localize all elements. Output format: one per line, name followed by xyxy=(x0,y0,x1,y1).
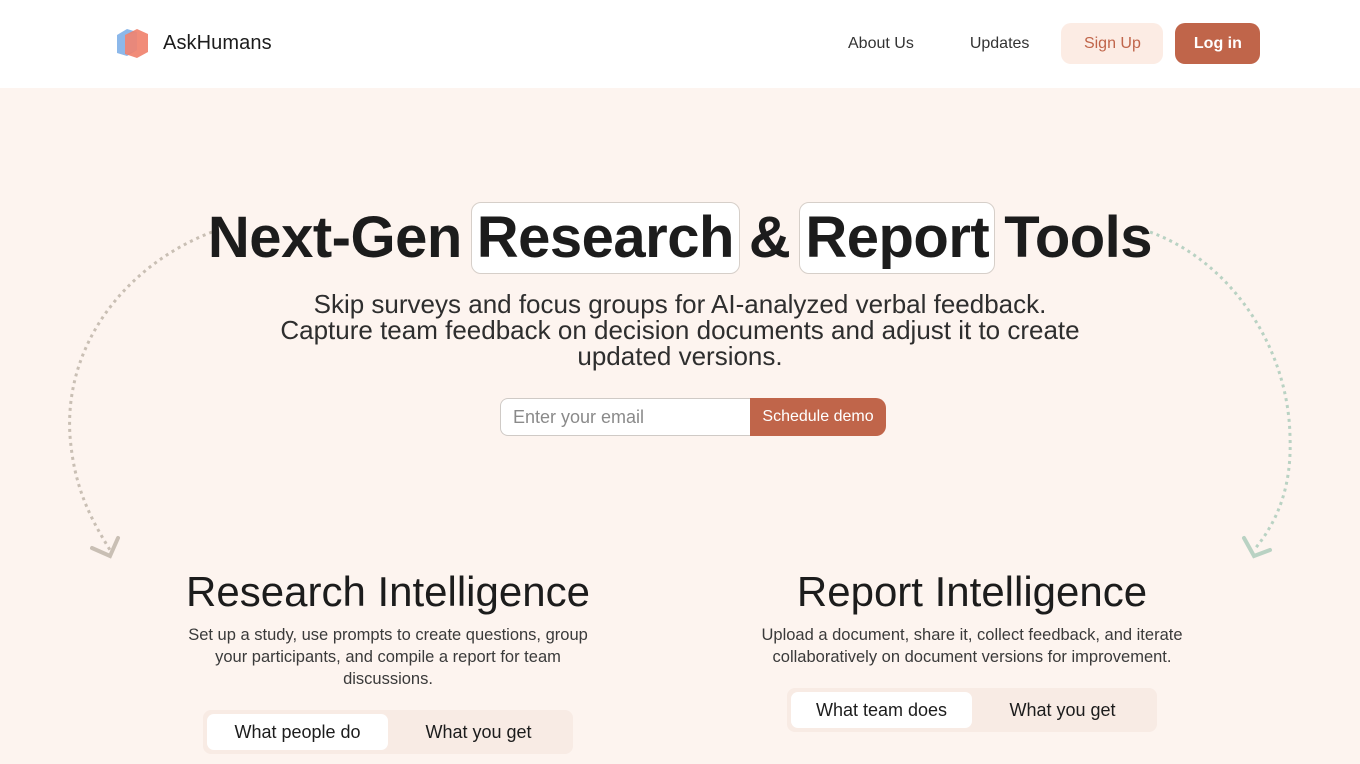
tab-what-you-get[interactable]: What you get xyxy=(388,714,569,750)
section-title: Research Intelligence xyxy=(186,568,590,615)
hero-subtitle-line: Skip surveys and focus groups for AI-ana… xyxy=(313,289,1047,319)
tab-what-you-get[interactable]: What you get xyxy=(972,692,1153,728)
report-intelligence-section: Report Intelligence Upload a document, s… xyxy=(754,566,1190,732)
section-description: Set up a study, use prompts to create qu… xyxy=(188,626,588,688)
brand-name: AskHumans xyxy=(163,31,272,54)
hexagon-logo-icon xyxy=(117,29,148,58)
brand-logo[interactable]: AskHumans xyxy=(113,26,272,60)
hero-title-ampersand: & xyxy=(748,205,791,270)
nav-about-us[interactable]: About Us xyxy=(820,23,942,64)
tab-what-people-do[interactable]: What people do xyxy=(207,714,388,750)
email-input[interactable] xyxy=(500,398,750,436)
dotted-curved-arrow-down-left-icon xyxy=(68,230,213,559)
research-tabs: What people do What you get xyxy=(203,710,573,754)
nav-updates[interactable]: Updates xyxy=(942,23,1058,64)
log-in-button[interactable]: Log in xyxy=(1175,23,1261,64)
sign-up-button[interactable]: Sign Up xyxy=(1061,23,1164,64)
research-intelligence-section: Research Intelligence Set up a study, us… xyxy=(170,566,606,754)
site-header: AskHumans About Us Updates Sign Up Log i… xyxy=(0,0,1360,88)
section-title: Report Intelligence xyxy=(796,568,1148,615)
tab-what-team-does[interactable]: What team does xyxy=(791,692,972,728)
dotted-curved-arrow-down-right-icon xyxy=(1149,230,1292,559)
hero-title-word: Next-Gen xyxy=(207,205,462,270)
hero-title-highlight-research: Research xyxy=(470,202,740,274)
hero-subtitle-line: Capture team feedback on decision docume… xyxy=(280,315,1080,371)
hero-title: Next-Gen Research & Report Tools xyxy=(0,202,1360,274)
hero-subtitle: Skip surveys and focus groups for AI-ana… xyxy=(230,291,1130,369)
main-nav: About Us Updates Sign Up Log in xyxy=(820,23,1261,64)
section-description: Upload a document, share it, collect fee… xyxy=(761,626,1183,666)
hero-title-highlight-report: Report xyxy=(799,202,996,274)
demo-signup-form: Schedule demo xyxy=(500,398,886,436)
schedule-demo-button[interactable]: Schedule demo xyxy=(750,398,886,436)
report-tabs: What team does What you get xyxy=(787,688,1157,732)
hero-title-word: Tools xyxy=(1004,205,1153,270)
